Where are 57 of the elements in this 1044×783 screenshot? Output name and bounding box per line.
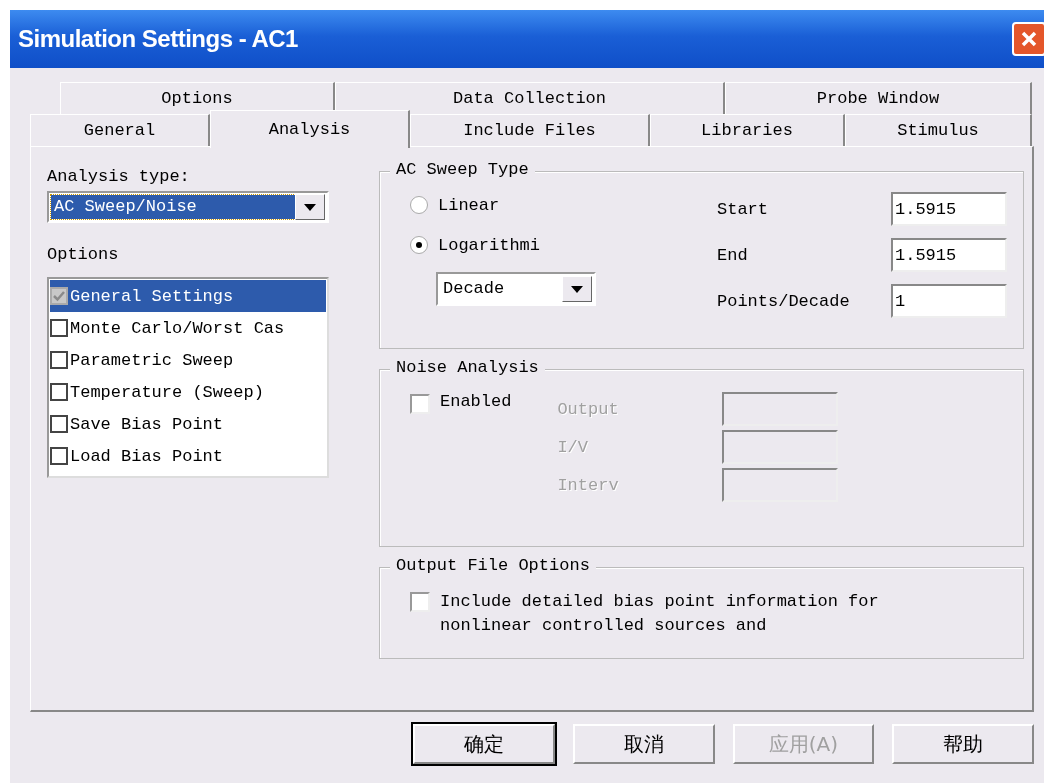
tab[interactable]: Data Collection	[335, 82, 725, 114]
list-item-label: Temperature (Sweep)	[70, 382, 264, 402]
list-item[interactable]: Parametric Sweep	[50, 344, 326, 376]
field-label: Analysis type:	[47, 167, 191, 188]
checkbox[interactable]	[410, 592, 430, 612]
tab[interactable]: Probe Window	[725, 82, 1032, 114]
list-item-label: Monte Carlo/Worst Cas	[70, 318, 285, 338]
tab[interactable]: Include Files	[410, 114, 650, 146]
radio-button[interactable]	[410, 196, 428, 214]
field-label: End	[717, 245, 748, 265]
group-title: Output File Options	[390, 556, 596, 575]
dialog-button[interactable]: 确定	[413, 724, 555, 764]
window-title: Simulation Settings - AC1	[18, 25, 298, 53]
scale-dropdown[interactable]: Decade	[436, 272, 596, 306]
field-label: I/V	[557, 437, 590, 457]
list-item[interactable]: Load Bias Point	[50, 440, 326, 472]
text-field[interactable]: 1.5915	[891, 238, 1007, 272]
radio-button[interactable]	[410, 236, 428, 254]
dropdown-arrow-icon	[304, 203, 316, 211]
checkmark-icon	[52, 289, 66, 303]
close-button[interactable]	[1012, 22, 1044, 56]
list-item[interactable]: Monte Carlo/Worst Cas	[50, 312, 326, 344]
list-item-label: Parametric Sweep	[70, 350, 234, 370]
radio-label: Logarithmi	[438, 235, 541, 255]
checkbox[interactable]	[50, 415, 68, 433]
tab[interactable]: Options	[60, 82, 335, 114]
analysis-type-dropdown[interactable]: AC Sweep/Noise	[47, 191, 329, 223]
list-item-label: Save Bias Point	[70, 414, 224, 434]
group-title: AC Sweep Type	[390, 160, 535, 179]
dialog-button[interactable]: 取消	[572, 724, 715, 764]
checkbox[interactable]	[50, 383, 68, 401]
tab[interactable]: General	[30, 114, 210, 146]
checkbox[interactable]	[410, 394, 430, 414]
tab[interactable]: Analysis	[210, 110, 410, 148]
field-label: Output	[557, 399, 620, 419]
field-label: Points/Decade	[717, 291, 850, 311]
tab[interactable]: Stimulus	[845, 114, 1032, 146]
tab[interactable]: Libraries	[650, 114, 845, 146]
text-field[interactable]: 1	[891, 284, 1007, 318]
radio-label: Linear	[438, 195, 500, 215]
field-label: Interv	[557, 475, 620, 495]
dropdown-arrow-icon	[571, 285, 583, 293]
checkbox[interactable]	[50, 319, 68, 337]
field-label: Start	[717, 199, 768, 219]
list-item[interactable]: Temperature (Sweep)	[50, 376, 326, 408]
close-icon	[1020, 30, 1038, 48]
checkbox-label: Enabled	[440, 392, 512, 411]
checkbox[interactable]	[50, 351, 68, 369]
text-field[interactable]: 1.5915	[891, 192, 1007, 226]
list-item[interactable]: Save Bias Point	[50, 408, 326, 440]
list-item-label: Load Bias Point	[70, 446, 224, 466]
checkbox-label: Include detailed bias point information for nonlinear controlled sources and	[440, 591, 880, 637]
dialog-button[interactable]: 帮助	[892, 724, 1034, 764]
group-title: Noise Analysis	[390, 358, 545, 377]
section-label: Options	[47, 245, 120, 266]
list-item-label: General Settings	[70, 286, 234, 306]
checkbox[interactable]	[50, 447, 68, 465]
